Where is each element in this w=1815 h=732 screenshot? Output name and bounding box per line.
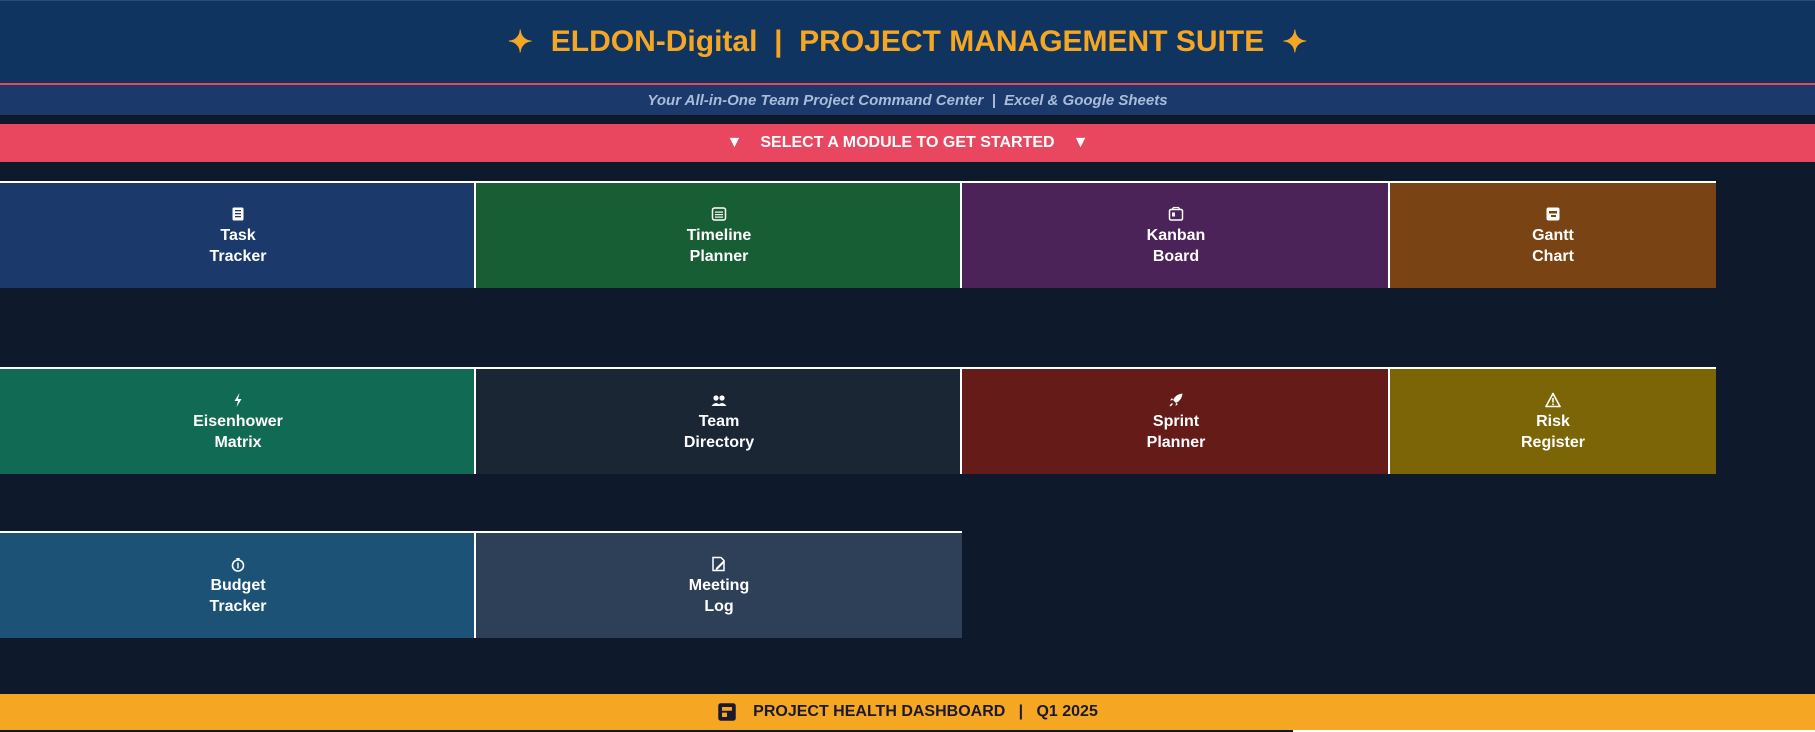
module-label-line1: Task: [220, 226, 256, 244]
module-label-line1: Budget: [210, 576, 266, 594]
module-label-line1: Meeting: [688, 576, 750, 594]
module-kanban-board[interactable]: Kanban Board: [962, 181, 1390, 288]
module-label-line2: Directory: [683, 433, 755, 451]
page-title: ELDON-Digital | PROJECT MANAGEMENT SUITE: [550, 25, 1265, 58]
star-icon-right: ✦: [1282, 25, 1308, 59]
module-budget-tracker[interactable]: Budget Tracker: [0, 531, 476, 638]
rocket-icon: [1167, 391, 1185, 409]
memo-icon: [710, 555, 728, 573]
module-label-line2: Planner: [1146, 433, 1206, 451]
module-label-line2: Tracker: [209, 597, 267, 615]
clipboard-icon: [229, 205, 247, 223]
select-module-banner: ▼ SELECT A MODULE TO GET STARTED ▼: [0, 124, 1815, 162]
module-label-line2: Board: [1152, 247, 1200, 265]
calendar-icon: [710, 205, 728, 223]
module-label-line1: Risk: [1536, 412, 1570, 430]
warning-icon: [1544, 391, 1562, 409]
module-label-line2: Planner: [689, 247, 749, 265]
moneybag-icon: [229, 555, 247, 573]
board-icon: [1167, 205, 1185, 223]
module-timeline-planner[interactable]: Timeline Planner: [476, 181, 962, 288]
module-label-line1: Timeline: [686, 226, 752, 244]
app-header: ✦ ELDON-Digital | PROJECT MANAGEMENT SUI…: [0, 0, 1815, 85]
module-task-tracker[interactable]: Task Tracker: [0, 181, 476, 288]
star-icon-left: ✦: [507, 25, 533, 59]
module-sprint-planner[interactable]: Sprint Planner: [962, 367, 1390, 474]
module-label-line2: Chart: [1532, 247, 1574, 265]
people-icon: [710, 391, 728, 409]
module-label-line2: Register: [1520, 433, 1586, 451]
module-eisenhower-matrix[interactable]: Eisenhower Matrix: [0, 367, 476, 474]
module-meeting-log[interactable]: Meeting Log: [476, 531, 962, 638]
chart-icon: [1544, 205, 1562, 223]
select-module-label: SELECT A MODULE TO GET STARTED: [760, 134, 1055, 151]
module-team-directory[interactable]: Team Directory: [476, 367, 962, 474]
module-label-line2: Log: [704, 597, 734, 615]
module-label-line1: Sprint: [1152, 412, 1200, 430]
dashboard-banner[interactable]: PROJECT HEALTH DASHBOARD | Q1 2025: [0, 694, 1815, 730]
dashboard-icon: [717, 702, 737, 722]
module-label-line1: Kanban: [1146, 226, 1206, 244]
module-risk-register[interactable]: Risk Register: [1390, 367, 1716, 474]
page-subtitle: Your All-in-One Team Project Command Cen…: [0, 85, 1815, 115]
module-gantt-chart[interactable]: Gantt Chart: [1390, 181, 1716, 288]
module-label-line1: Eisenhower: [193, 412, 283, 430]
module-label-line1: Team: [698, 412, 740, 430]
dashboard-banner-label: PROJECT HEALTH DASHBOARD | Q1 2025: [753, 703, 1098, 720]
lightning-icon: [229, 391, 247, 409]
down-arrow-icon-left: ▼: [726, 134, 743, 151]
down-arrow-icon-right: ▼: [1072, 134, 1089, 151]
module-label-line1: Gantt: [1532, 226, 1574, 244]
module-label-line2: Matrix: [214, 433, 262, 451]
module-label-line2: Tracker: [209, 247, 267, 265]
